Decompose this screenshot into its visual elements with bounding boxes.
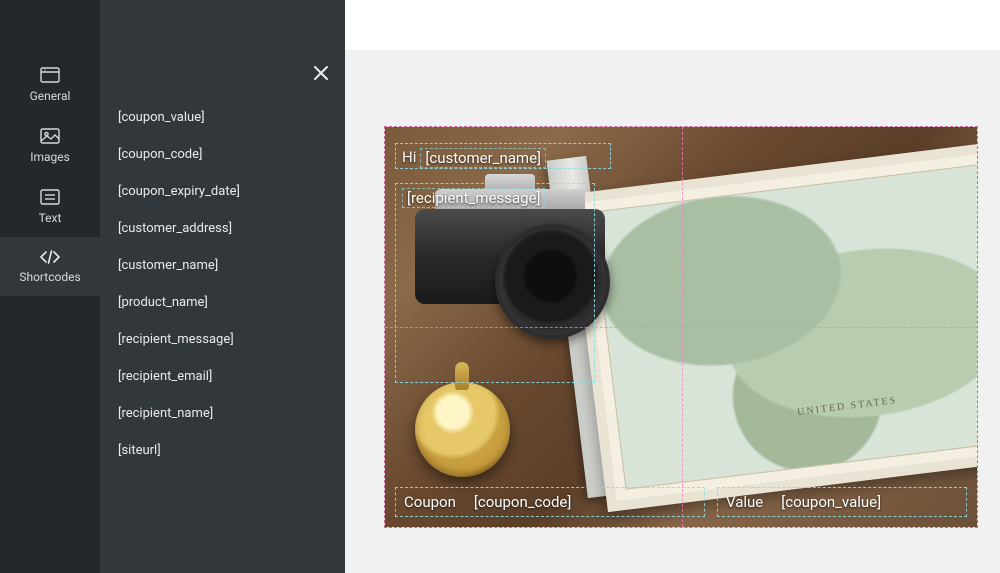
shortcodes-panel: [coupon_value] [coupon_code] [coupon_exp… bbox=[100, 0, 345, 573]
nav-item-images[interactable]: Images bbox=[0, 115, 100, 176]
shortcode-item[interactable]: [coupon_value] bbox=[118, 110, 327, 125]
coupon-placeholder: [coupon_code] bbox=[474, 493, 571, 511]
shortcode-item[interactable]: [recipient_message] bbox=[118, 332, 327, 347]
greeting-prefix: Hi bbox=[402, 148, 416, 166]
canvas-area: UNITED STATES Hi [customer_name] [recipi… bbox=[345, 0, 1000, 573]
shortcode-item[interactable]: [recipient_name] bbox=[118, 406, 327, 421]
shortcode-item[interactable]: [coupon_expiry_date] bbox=[118, 184, 327, 199]
greeting-box[interactable]: Hi [customer_name] bbox=[395, 143, 611, 169]
shortcode-item[interactable]: [customer_address] bbox=[118, 221, 327, 236]
nav-label-text: Text bbox=[39, 211, 62, 225]
window-icon bbox=[40, 67, 60, 83]
text-icon bbox=[40, 189, 60, 205]
canvas-background: UNITED STATES Hi [customer_name] [recipi… bbox=[345, 51, 1000, 573]
greeting-placeholder: [customer_name] bbox=[420, 148, 546, 168]
coupon-label: Coupon bbox=[404, 493, 456, 511]
nav-item-text[interactable]: Text bbox=[0, 176, 100, 237]
compass-illustration bbox=[415, 382, 510, 477]
coupon-box[interactable]: Coupon [coupon_code] bbox=[395, 487, 705, 517]
image-icon bbox=[40, 128, 60, 144]
shortcode-item[interactable]: [recipient_email] bbox=[118, 369, 327, 384]
nav-label-general: General bbox=[30, 89, 71, 103]
nav-item-shortcodes[interactable]: Shortcodes bbox=[0, 237, 100, 296]
nav-rail: General Images Text Shortcodes bbox=[0, 0, 100, 573]
shortcode-item[interactable]: [product_name] bbox=[118, 295, 327, 310]
shortcode-item[interactable]: [customer_name] bbox=[118, 258, 327, 273]
message-placeholder: [recipient_message] bbox=[402, 188, 545, 208]
footer-row: Coupon [coupon_code] Value [coupon_value… bbox=[395, 487, 967, 517]
value-box[interactable]: Value [coupon_value] bbox=[717, 487, 967, 517]
shortcode-list: [coupon_value] [coupon_code] [coupon_exp… bbox=[100, 54, 345, 498]
close-icon[interactable] bbox=[313, 62, 329, 86]
nav-label-shortcodes: Shortcodes bbox=[19, 270, 80, 284]
code-icon bbox=[39, 250, 61, 264]
template-card[interactable]: UNITED STATES Hi [customer_name] [recipi… bbox=[385, 127, 977, 527]
shortcode-item[interactable]: [siteurl] bbox=[118, 443, 327, 458]
value-label: Value bbox=[726, 493, 763, 511]
message-box[interactable]: [recipient_message] bbox=[395, 183, 595, 383]
editor-topbar bbox=[345, 0, 1000, 51]
nav-item-general[interactable]: General bbox=[0, 54, 100, 115]
shortcode-item[interactable]: [coupon_code] bbox=[118, 147, 327, 162]
value-placeholder: [coupon_value] bbox=[781, 493, 881, 511]
nav-label-images: Images bbox=[30, 150, 70, 164]
